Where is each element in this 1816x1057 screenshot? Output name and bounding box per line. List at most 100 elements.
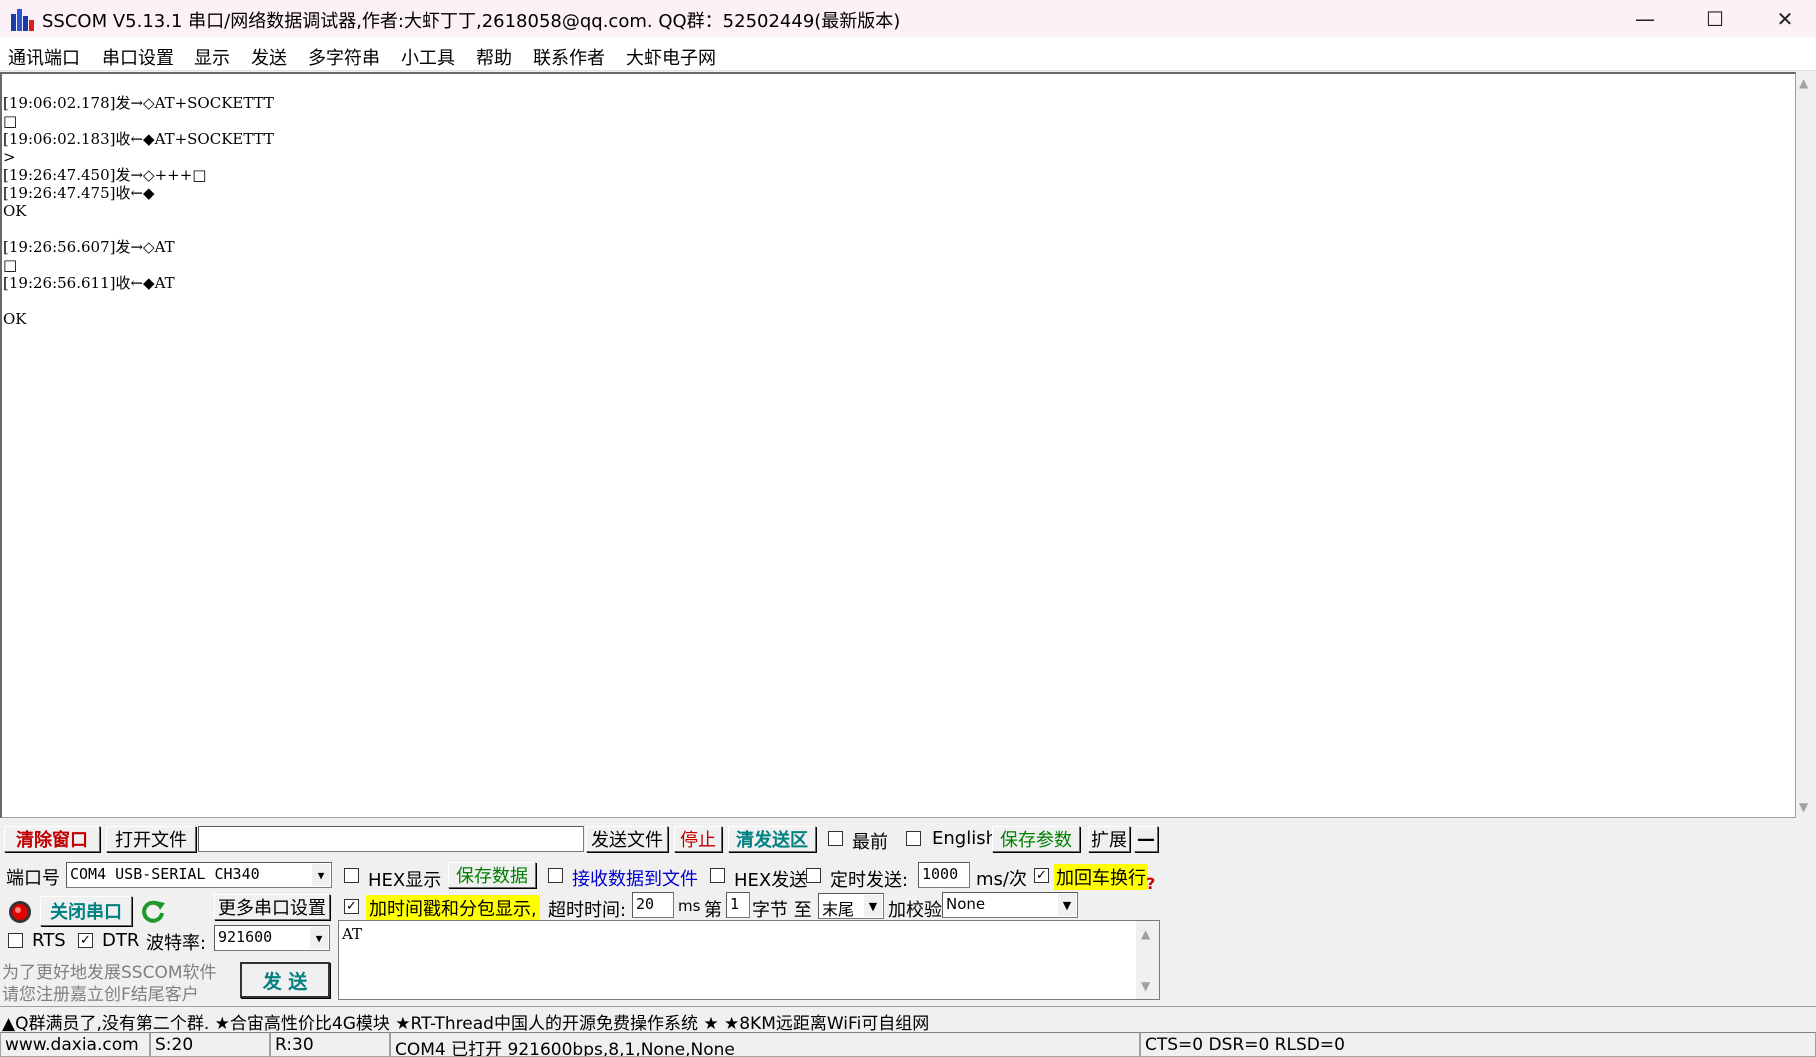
more-settings-button[interactable]: 更多串口设置 — [214, 894, 330, 920]
timestamp-checkbox[interactable]: ✓ — [344, 899, 359, 914]
timeout-label: 超时时间: — [548, 900, 627, 921]
news-ticker[interactable]: ▲Q群满员了,没有第二个群. ★合宙高性价比4G模块 ★RT-Thread中国人… — [0, 1006, 1816, 1034]
topmost-label: 最前 — [852, 832, 888, 853]
send-input[interactable]: AT — [338, 920, 1160, 1000]
menu-tools[interactable]: 小工具 — [401, 44, 455, 70]
stop-button[interactable]: 停止 — [674, 826, 722, 852]
send-button[interactable]: 发 送 — [240, 962, 330, 998]
status-signals: CTS=0 DSR=0 RLSD=0 — [1140, 1032, 1816, 1057]
maximize-icon: ☐ — [1706, 6, 1724, 31]
log-line: OK — [3, 310, 27, 328]
port-select[interactable]: COM4 USB-SERIAL CH340 ▼ — [66, 862, 332, 888]
timestamp-label: 加时间戳和分包显示, — [366, 895, 540, 921]
byte-to-value: 末尾 — [822, 900, 855, 919]
baud-label: 波特率: — [146, 933, 207, 954]
baud-value: 921600 — [218, 928, 273, 946]
clear-window-button[interactable]: 清除窗口 — [4, 826, 100, 852]
status-received-count: R:30 — [270, 1032, 390, 1057]
chevron-down-icon[interactable]: ▼ — [1058, 894, 1076, 916]
dtr-checkbox[interactable]: ✓ — [78, 933, 93, 948]
hex-send-label: HEX发送 — [734, 870, 808, 891]
checksum-label: 加校验 — [888, 900, 942, 921]
log-line: OK — [3, 202, 27, 220]
scroll-down-icon[interactable]: ▼ — [1799, 800, 1808, 814]
title-bar: SSCOM V5.13.1 串口/网络数据调试器,作者:大虾丁丁,2618058… — [0, 0, 1816, 37]
log-line: [19:26:47.475]收←◆ — [3, 184, 155, 202]
clear-send-button[interactable]: 清发送区 — [728, 826, 816, 852]
expand-button[interactable]: 扩展 — [1088, 826, 1130, 852]
log-line: [19:06:02.183]收←◆AT+SOCKETTT — [3, 130, 274, 148]
minimize-button[interactable]: — — [1610, 0, 1680, 37]
save-params-button[interactable]: 保存参数 — [992, 826, 1080, 852]
close-port-button[interactable]: 关闭串口 — [40, 896, 132, 926]
chevron-down-icon[interactable]: ▼ — [864, 895, 882, 917]
interval-input[interactable]: 1000 — [918, 862, 970, 888]
english-checkbox[interactable] — [906, 831, 921, 846]
log-line: □ — [3, 112, 18, 130]
status-sent-count: S:20 — [150, 1032, 270, 1057]
send-file-button[interactable]: 发送文件 — [586, 826, 668, 852]
checksum-value: None — [946, 895, 986, 913]
timed-send-checkbox[interactable] — [806, 868, 821, 883]
timeout-unit: ms — [678, 897, 701, 915]
byte-from-label: 第 — [704, 900, 722, 921]
open-file-button[interactable]: 打开文件 — [106, 826, 196, 852]
scroll-down-icon[interactable]: ▼ — [1141, 979, 1150, 993]
chevron-down-icon[interactable]: ▼ — [312, 864, 330, 886]
dtr-label: DTR — [102, 930, 140, 951]
menu-display[interactable]: 显示 — [194, 44, 230, 70]
maximize-button[interactable]: ☐ — [1680, 0, 1750, 37]
topmost-checkbox[interactable] — [828, 831, 843, 846]
baud-select[interactable]: 921600 ▼ — [214, 925, 330, 951]
rts-checkbox[interactable] — [8, 933, 23, 948]
menu-comm-port[interactable]: 通讯端口 — [8, 44, 80, 70]
port-label: 端口号 — [6, 868, 60, 889]
chevron-down-icon[interactable]: ▼ — [310, 927, 328, 949]
status-website[interactable]: www.daxia.com — [0, 1032, 150, 1057]
rts-label: RTS — [32, 930, 66, 951]
status-port-state: COM4 已打开 921600bps,8,1,None,None — [390, 1032, 1140, 1057]
file-path-input[interactable] — [198, 826, 584, 852]
send-scrollbar[interactable]: ▲ ▼ — [1136, 921, 1159, 999]
hex-display-label: HEX显示 — [368, 870, 442, 891]
log-line: [19:26:56.611]收←◆AT — [3, 274, 175, 292]
minimize-icon: — — [1635, 6, 1655, 31]
byte-from-input[interactable]: 1 — [726, 892, 750, 918]
recv-to-file-checkbox[interactable] — [548, 868, 563, 883]
menu-daxia-site[interactable]: 大虾电子网 — [626, 44, 716, 70]
log-line: [19:26:47.450]发→◇+++□ — [3, 166, 207, 184]
byte-to-select[interactable]: 末尾 ▼ — [818, 893, 884, 919]
receive-log[interactable]: [19:06:02.178]发→◇AT+SOCKETTT □ [19:06:02… — [0, 72, 1796, 818]
refresh-icon[interactable] — [140, 898, 166, 924]
add-crlf-label: 加回车换行 — [1054, 864, 1148, 890]
scroll-up-icon[interactable]: ▲ — [1799, 76, 1808, 90]
log-line: [19:06:02.178]发→◇AT+SOCKETTT — [3, 94, 274, 112]
english-label: English — [932, 828, 997, 849]
window-title: SSCOM V5.13.1 串口/网络数据调试器,作者:大虾丁丁,2618058… — [42, 11, 901, 32]
promo-line-2[interactable]: 请您注册嘉立创F结尾客户 — [2, 980, 199, 1005]
help-icon[interactable]: ? — [1146, 874, 1155, 893]
menu-multi-string[interactable]: 多字符串 — [308, 44, 380, 70]
byte-to-label: 字节 至 — [752, 900, 812, 921]
menu-contact-author[interactable]: 联系作者 — [533, 44, 605, 70]
hex-send-checkbox[interactable] — [710, 868, 725, 883]
add-crlf-checkbox[interactable]: ✓ — [1034, 868, 1049, 883]
receive-scrollbar[interactable]: ▲ ▼ — [1796, 72, 1816, 818]
status-bar: www.daxia.com S:20 R:30 COM4 已打开 921600b… — [0, 1032, 1816, 1057]
menu-send[interactable]: 发送 — [251, 44, 287, 70]
close-button[interactable]: ✕ — [1750, 0, 1816, 37]
timeout-input[interactable]: 20 — [632, 892, 674, 918]
menu-help[interactable]: 帮助 — [476, 44, 512, 70]
log-line: □ — [3, 256, 18, 274]
checksum-select[interactable]: None ▼ — [942, 892, 1078, 918]
save-data-button[interactable]: 保存数据 — [448, 862, 536, 888]
port-status-led-icon — [9, 901, 31, 923]
timed-send-label: 定时发送: — [830, 870, 909, 891]
interval-unit: ms/次 — [976, 869, 1027, 890]
hex-display-checkbox[interactable] — [344, 868, 359, 883]
recv-to-file-label: 接收数据到文件 — [572, 869, 698, 890]
collapse-button[interactable]: — — [1134, 826, 1158, 852]
menu-serial-settings[interactable]: 串口设置 — [102, 44, 174, 70]
scroll-up-icon[interactable]: ▲ — [1141, 927, 1150, 941]
